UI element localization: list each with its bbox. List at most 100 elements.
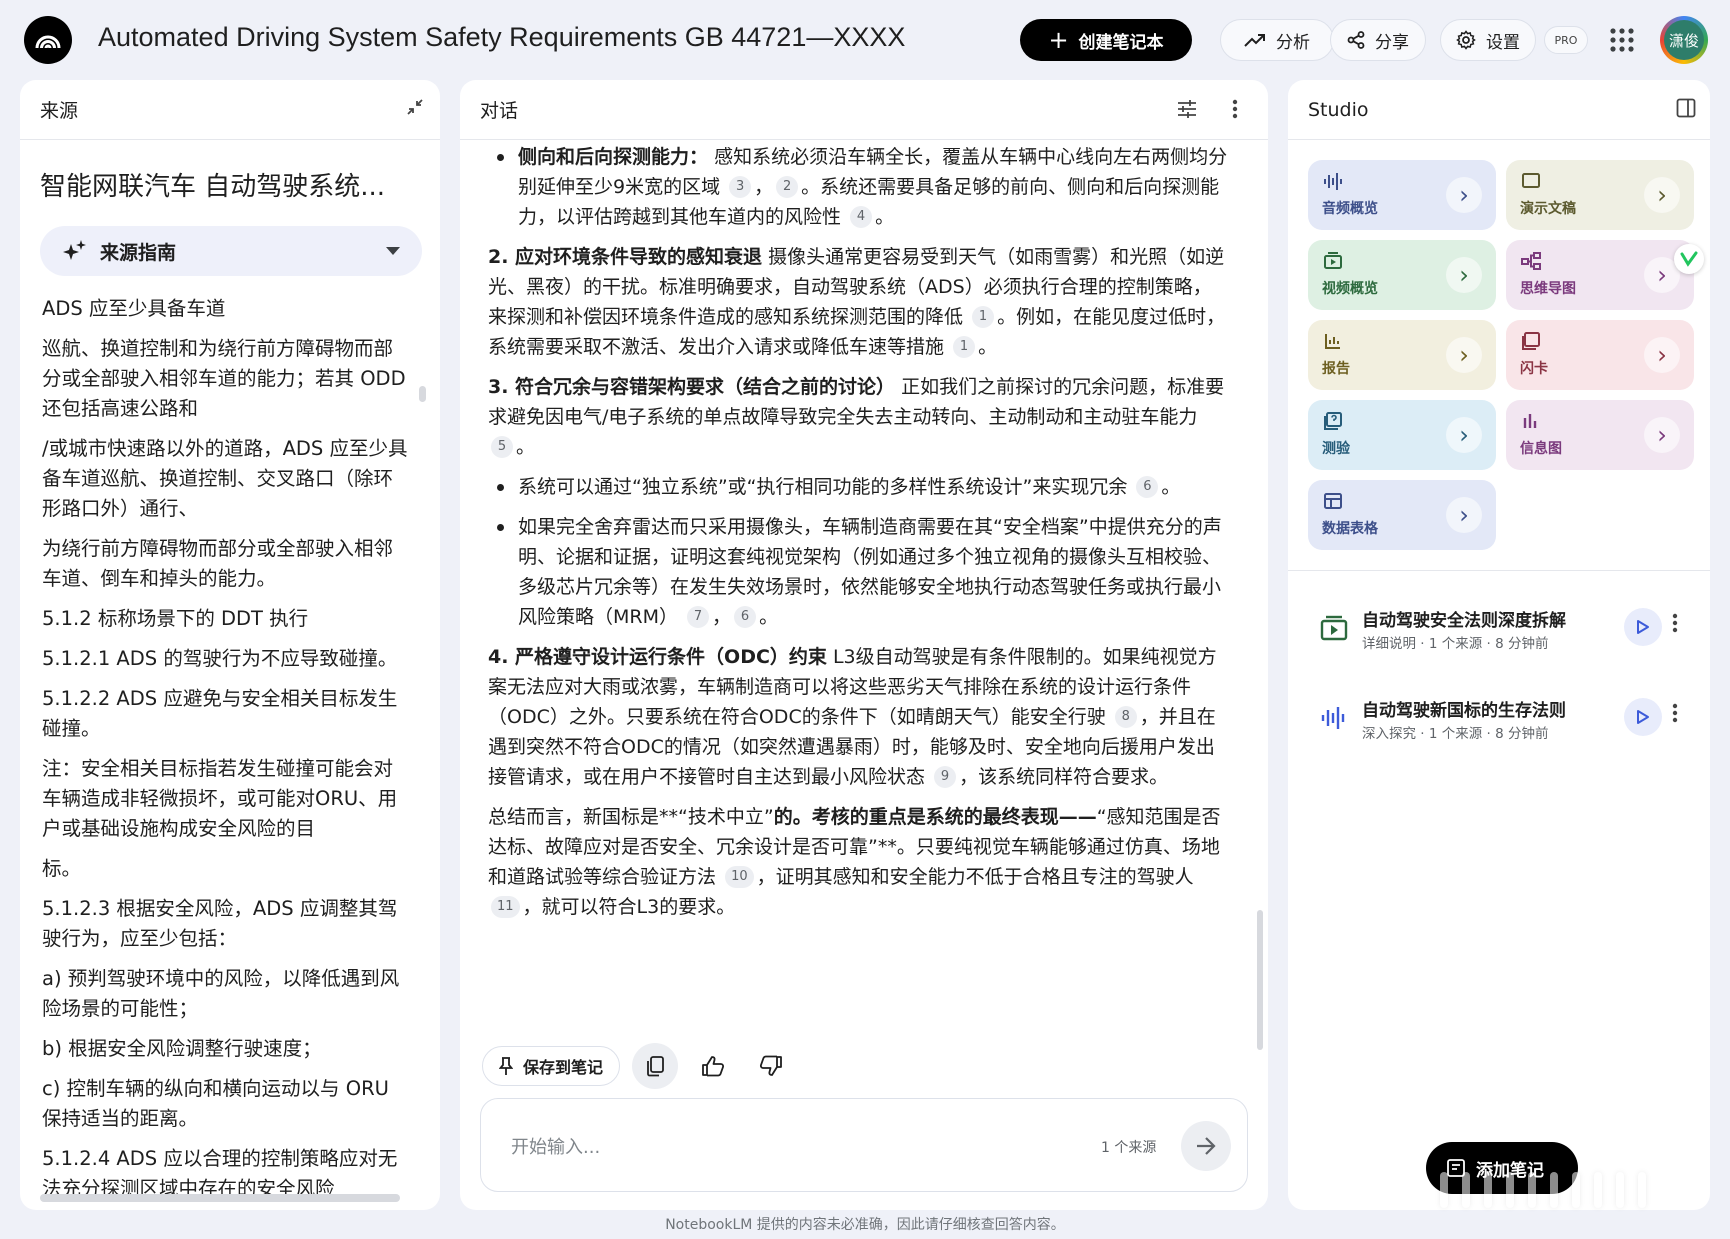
create-notebook-button[interactable]: + 创建笔记本: [1020, 19, 1192, 61]
video-icon: [1320, 615, 1348, 641]
sources-header-label: 来源: [40, 100, 79, 122]
citation-chip[interactable]: 11: [491, 896, 520, 918]
punctuation: 。: [759, 606, 779, 628]
thumbs-up-button[interactable]: [690, 1043, 736, 1089]
citation-chip[interactable]: 8: [1114, 706, 1137, 728]
save-to-note-label: 保存到笔记: [523, 1058, 604, 1077]
chat-input-box[interactable]: 开始输入... 1 个来源: [480, 1098, 1248, 1192]
studio-tile-mind-map[interactable]: 思维导图 ›: [1506, 240, 1694, 310]
paragraph-text: ，就可以符合L3的要求。: [522, 896, 736, 918]
output-subtitle: 详细说明 · 1 个来源 · 8 分钟前: [1362, 636, 1549, 652]
studio-tile-quiz[interactable]: 测验 ›: [1308, 400, 1496, 470]
source-scrollbar[interactable]: [419, 386, 426, 402]
chevron-right-icon[interactable]: ›: [1446, 337, 1482, 373]
watermark-bar: [1440, 1172, 1448, 1208]
citation-chip[interactable]: 3: [729, 176, 752, 198]
citation-chip[interactable]: 1: [953, 336, 976, 358]
chevron-right-icon[interactable]: ›: [1644, 417, 1680, 453]
more-vert-icon[interactable]: [1672, 612, 1678, 634]
notebooklm-logo[interactable]: [24, 16, 72, 64]
output-title: 自动驾驶新国标的生存法则: [1362, 701, 1566, 721]
citation-chip[interactable]: 2: [776, 176, 799, 198]
studio-tile-data-table[interactable]: 数据表格 ›: [1308, 480, 1496, 550]
collapse-icon[interactable]: [406, 98, 424, 116]
panel-toggle-icon[interactable]: [1676, 98, 1696, 118]
source-paragraph: 5.1.2.3 根据安全风险，ADS 应调整其驾驶行为，应至少包括：: [42, 897, 398, 950]
watermark-bar: [1616, 1172, 1624, 1208]
studio-output-item[interactable]: 自动驾驶安全法则深度拆解 详细说明 · 1 个来源 · 8 分钟前: [1318, 598, 1688, 658]
chevron-right-icon[interactable]: ›: [1446, 497, 1482, 533]
thumbs-down-button[interactable]: [748, 1043, 794, 1089]
extension-badge[interactable]: [1674, 244, 1704, 274]
studio-tile-report[interactable]: 报告 ›: [1308, 320, 1496, 390]
citation-chip[interactable]: 6: [1136, 476, 1159, 498]
copy-button[interactable]: [632, 1043, 679, 1089]
citation-chip[interactable]: 6: [734, 606, 757, 628]
disclaimer-text: NotebookLM 提供的内容未必准确，因此请仔细核查回答内容。: [665, 1217, 1065, 1233]
source-paragraph: 为绕行前方障碍物而部分或全部驶入相邻车道、倒车和掉头的能力。: [42, 537, 394, 590]
settings-button[interactable]: 设置: [1440, 19, 1536, 61]
trending-up-icon: [1244, 34, 1265, 47]
send-button[interactable]: [1181, 1121, 1231, 1171]
response-paragraph: 2. 应对环境条件导致的感知衰退 摄像头通常更容易受到天气（如雨雪雾）和光照（如…: [488, 242, 1228, 362]
tile-label: 视频概览: [1322, 281, 1378, 297]
punctuation: 。: [516, 436, 536, 458]
bullet-text: 系统可以通过“独立系统”或“执行相同功能的多样性系统设计”来实现冗余: [518, 476, 1128, 498]
analyze-button[interactable]: 分析: [1220, 19, 1334, 61]
source-paragraph: a) 预判驾驶环境中的风险，以降低遇到风险场景的可能性；: [42, 967, 400, 1020]
table-icon: [1324, 493, 1342, 509]
studio-tile-video-overview[interactable]: 视频概览 ›: [1308, 240, 1496, 310]
thumbs-up-icon: [702, 1056, 725, 1077]
chevron-right-icon[interactable]: ›: [1446, 257, 1482, 293]
share-button[interactable]: 分享: [1330, 19, 1426, 61]
more-vert-icon[interactable]: [1232, 98, 1238, 120]
avatar[interactable]: 潇俊: [1660, 16, 1708, 64]
source-count: 1 个来源: [1101, 1140, 1157, 1156]
play-icon: [1637, 620, 1649, 634]
notebook-title[interactable]: Automated Driving System Safety Requirem…: [98, 22, 905, 53]
chevron-right-icon[interactable]: ›: [1644, 177, 1680, 213]
audio-wave-icon: [1321, 707, 1345, 729]
more-vert-icon[interactable]: [1672, 702, 1678, 724]
chevron-right-icon[interactable]: ›: [1644, 337, 1680, 373]
citation-chip[interactable]: 10: [725, 866, 754, 888]
paragraph-text: ，证明其感知和安全能力不低于合格且专注的驾驶人: [756, 866, 1194, 888]
studio-tile-flashcards[interactable]: 闪卡 ›: [1506, 320, 1694, 390]
chevron-right-icon[interactable]: ›: [1446, 417, 1482, 453]
tile-label: 闪卡: [1520, 361, 1548, 377]
studio-tile-audio-overview[interactable]: 音频概览 ›: [1308, 160, 1496, 230]
chat-panel: 对话 侧向和后向探测能力： 感知系统必须沿车辆全长，覆盖从车辆中心线向左右两侧均…: [460, 80, 1268, 1210]
source-paragraph: 巡航、换道控制和为绕行前方障碍物而部分或全部驶入相邻车道的能力；若其 ODD 还…: [42, 337, 406, 420]
citation-chip[interactable]: 5: [491, 436, 513, 458]
citation-separator: ，: [712, 606, 732, 628]
paragraph-heading: 4. 严格遵守设计运行条件（ODC）约束: [488, 646, 827, 668]
sparkle-icon: [63, 240, 86, 260]
studio-tile-infographic[interactable]: 信息图 ›: [1506, 400, 1694, 470]
gear-icon: [1456, 30, 1476, 50]
citation-chip[interactable]: 1: [972, 306, 995, 328]
play-button[interactable]: [1624, 698, 1662, 736]
studio-output-item[interactable]: 自动驾驶新国标的生存法则 深入探究 · 1 个来源 · 8 分钟前: [1318, 688, 1688, 748]
apps-grid-icon[interactable]: [1608, 26, 1636, 54]
citation-chip[interactable]: 4: [850, 206, 873, 228]
summary-bold: 的。考核的重点是系统的最终表现——: [773, 806, 1097, 828]
chat-input-placeholder[interactable]: 开始输入...: [511, 1133, 600, 1159]
save-to-note-button[interactable]: 保存到笔记: [482, 1046, 621, 1086]
analyze-label: 分析: [1276, 32, 1310, 53]
source-horizontal-scrollbar[interactable]: [40, 1194, 400, 1202]
citation-separator: ，: [754, 176, 774, 198]
tune-icon[interactable]: [1176, 98, 1198, 120]
play-button[interactable]: [1624, 608, 1662, 646]
citation-chip[interactable]: 9: [934, 766, 957, 788]
source-paragraph: 5.1.2.2 ADS 应避免与安全相关目标发生碰撞。: [42, 687, 398, 740]
source-paragraph: ADS 应至少具备车道: [42, 297, 226, 320]
chevron-right-icon[interactable]: ›: [1446, 177, 1482, 213]
copy-icon: [647, 1056, 664, 1077]
source-guide-dropdown[interactable]: 来源指南: [40, 226, 422, 276]
citation-chip[interactable]: 7: [687, 606, 710, 628]
studio-tile-slides[interactable]: 演示文稿 ›: [1506, 160, 1694, 230]
bullet-item: 系统可以通过“独立系统”或“执行相同功能的多样性系统设计”来实现冗余 6。: [488, 472, 1228, 502]
watermark-bar: [1528, 1172, 1536, 1208]
chat-scrollbar[interactable]: [1257, 910, 1263, 1050]
share-label: 分享: [1375, 32, 1409, 53]
